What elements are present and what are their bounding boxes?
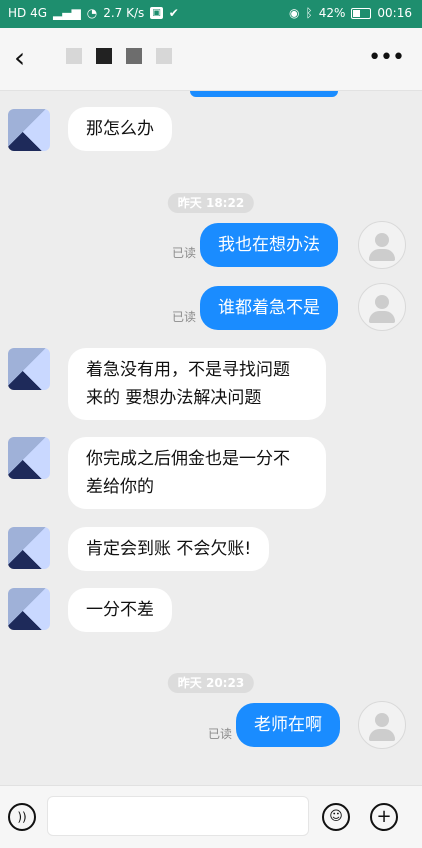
- more-icon[interactable]: •••: [368, 44, 405, 72]
- message-input-bar: )) ☺ +: [0, 785, 422, 848]
- clock: 00:16: [377, 6, 412, 20]
- message-bubble-right[interactable]: 我也在想办法: [200, 223, 338, 267]
- plus-icon[interactable]: +: [370, 803, 398, 831]
- title-blur-block: [126, 48, 142, 64]
- back-arrow-icon[interactable]: ‹: [14, 44, 36, 72]
- message-bubble-left[interactable]: 那怎么办: [68, 107, 172, 151]
- network-label: HD 4G: [8, 6, 48, 20]
- message-line: 来的 要想办法解决问题: [86, 388, 262, 408]
- contact-avatar[interactable]: [8, 109, 50, 151]
- status-left: HD 4G ▂▄▆ ◔ 2.7 K/s ▣ ✔: [8, 6, 179, 20]
- read-receipt: 已读: [172, 246, 197, 260]
- voice-icon[interactable]: )): [8, 803, 36, 831]
- message-input[interactable]: [47, 796, 309, 836]
- message-list[interactable]: 那怎么办 昨天 18:22 已读 我也在想办法 已读 谁都着急不是 着急没有用，…: [0, 91, 422, 785]
- battery-percent: 42%: [318, 6, 346, 20]
- read-receipt: 已读: [208, 727, 233, 741]
- status-right: ◉ ᛒ 42% 00:16: [289, 6, 412, 20]
- self-avatar[interactable]: [358, 221, 406, 269]
- eye-icon: ◉: [289, 6, 300, 20]
- message-bubble-left[interactable]: 着急没有用，不是寻找问题 来的 要想办法解决问题: [68, 348, 326, 420]
- bluetooth-icon: ᛒ: [305, 6, 313, 20]
- chat-header: ‹ •••: [0, 28, 422, 91]
- contact-avatar[interactable]: [8, 437, 50, 479]
- chat-title: [66, 48, 172, 64]
- title-blur-block: [156, 48, 172, 64]
- battery-icon: [351, 7, 372, 19]
- self-avatar[interactable]: [358, 701, 406, 749]
- read-receipt: 已读: [172, 310, 197, 324]
- message-bubble-right[interactable]: 老师在啊: [236, 703, 340, 747]
- contact-avatar[interactable]: [8, 588, 50, 630]
- signal-icon: ▂▄▆: [53, 6, 81, 20]
- message-bubble-left[interactable]: 肯定会到账 不会欠账!: [68, 527, 270, 571]
- self-avatar[interactable]: [358, 283, 406, 331]
- check-shield-icon: ✔: [168, 6, 179, 20]
- notification-icon: ▣: [150, 7, 163, 19]
- title-blur-block: [96, 48, 112, 64]
- message-line: 你完成之后佣金也是一分不: [86, 449, 290, 469]
- message-line: 着急没有用，不是寻找问题: [86, 360, 290, 380]
- wifi-icon: ◔: [86, 6, 98, 20]
- timestamp: 昨天 20:23: [167, 673, 255, 693]
- speed-label: 2.7 K/s: [103, 6, 145, 20]
- title-blur-block: [66, 48, 82, 64]
- status-bar: HD 4G ▂▄▆ ◔ 2.7 K/s ▣ ✔ ◉ ᛒ 42% 00:16: [0, 0, 422, 28]
- contact-avatar[interactable]: [8, 527, 50, 569]
- message-bubble-left[interactable]: 一分不差: [68, 588, 172, 632]
- contact-avatar[interactable]: [8, 348, 50, 390]
- previous-bubble-edge: [190, 91, 338, 97]
- timestamp: 昨天 18:22: [167, 193, 255, 213]
- message-line: 差给你的: [86, 477, 154, 497]
- emoji-icon[interactable]: ☺: [322, 803, 350, 831]
- message-bubble-right[interactable]: 谁都着急不是: [200, 286, 338, 330]
- message-bubble-left[interactable]: 你完成之后佣金也是一分不 差给你的: [68, 437, 326, 509]
